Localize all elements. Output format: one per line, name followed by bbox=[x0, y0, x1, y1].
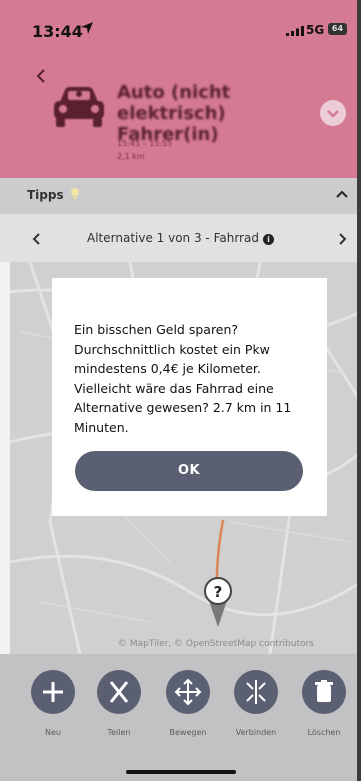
home-indicator bbox=[126, 770, 236, 774]
back-chevron-icon[interactable] bbox=[36, 69, 46, 83]
split-label: Teilen bbox=[107, 728, 131, 737]
delete-button[interactable] bbox=[302, 670, 346, 714]
chevron-down-icon bbox=[327, 110, 339, 118]
dialog-message: Ein bisschen Geld sparen? Durchschnittli… bbox=[74, 322, 292, 435]
info-icon[interactable]: i bbox=[262, 234, 274, 245]
delete-label: Löschen bbox=[307, 728, 341, 737]
app-screen: 13:44 5G 64 Auto (nicht elektrisch) Fahr… bbox=[0, 0, 361, 781]
tips-bar[interactable]: Tipps bbox=[0, 178, 361, 214]
map-attribution[interactable]: © MapTiler, © OpenStreetMap contributors bbox=[118, 639, 314, 649]
location-arrow-icon bbox=[81, 22, 93, 34]
network-type: 5G bbox=[306, 23, 325, 37]
right-edge-border bbox=[357, 0, 361, 781]
trip-mode-title: Auto (nicht elektrisch) Fahrer(in) bbox=[117, 82, 231, 145]
split-icon bbox=[109, 681, 129, 703]
signal-icon bbox=[286, 26, 304, 36]
battery-icon: 64 bbox=[328, 23, 347, 35]
merge-label: Verbinden bbox=[235, 728, 277, 737]
split-button[interactable] bbox=[97, 670, 141, 714]
ok-button[interactable]: OK bbox=[75, 451, 303, 491]
merge-button[interactable] bbox=[234, 670, 278, 714]
move-icon bbox=[174, 678, 202, 706]
trip-time-range: 15:45 – 15:55 bbox=[117, 139, 173, 148]
car-icon bbox=[54, 87, 104, 127]
new-label: Neu bbox=[45, 728, 61, 737]
trash-icon bbox=[315, 680, 333, 702]
previous-alternative-icon[interactable] bbox=[32, 233, 42, 245]
map-marker-icon[interactable]: ? bbox=[203, 577, 233, 637]
merge-icon bbox=[246, 680, 266, 704]
tip-dialog: Ein bisschen Geld sparen? Durchschnittli… bbox=[52, 278, 327, 516]
move-button[interactable] bbox=[166, 670, 210, 714]
chevron-up-icon[interactable] bbox=[336, 189, 348, 199]
status-time: 13:44 bbox=[32, 22, 83, 41]
tips-label: Tipps bbox=[27, 188, 64, 202]
map-marker-label: ? bbox=[214, 583, 223, 601]
trip-distance: 2,1 km bbox=[117, 152, 145, 161]
move-label: Bewegen bbox=[169, 728, 207, 737]
new-button[interactable] bbox=[31, 670, 75, 714]
alternative-label: Alternative 1 von 3 - Fahrrad i bbox=[0, 231, 361, 245]
plus-icon bbox=[43, 682, 63, 702]
status-bar: 13:44 5G 64 bbox=[0, 0, 361, 54]
lightbulb-icon bbox=[71, 188, 79, 199]
alternative-nav: Alternative 1 von 3 - Fahrrad i bbox=[0, 214, 361, 262]
next-alternative-icon[interactable] bbox=[337, 233, 347, 245]
expand-button[interactable] bbox=[320, 100, 346, 126]
